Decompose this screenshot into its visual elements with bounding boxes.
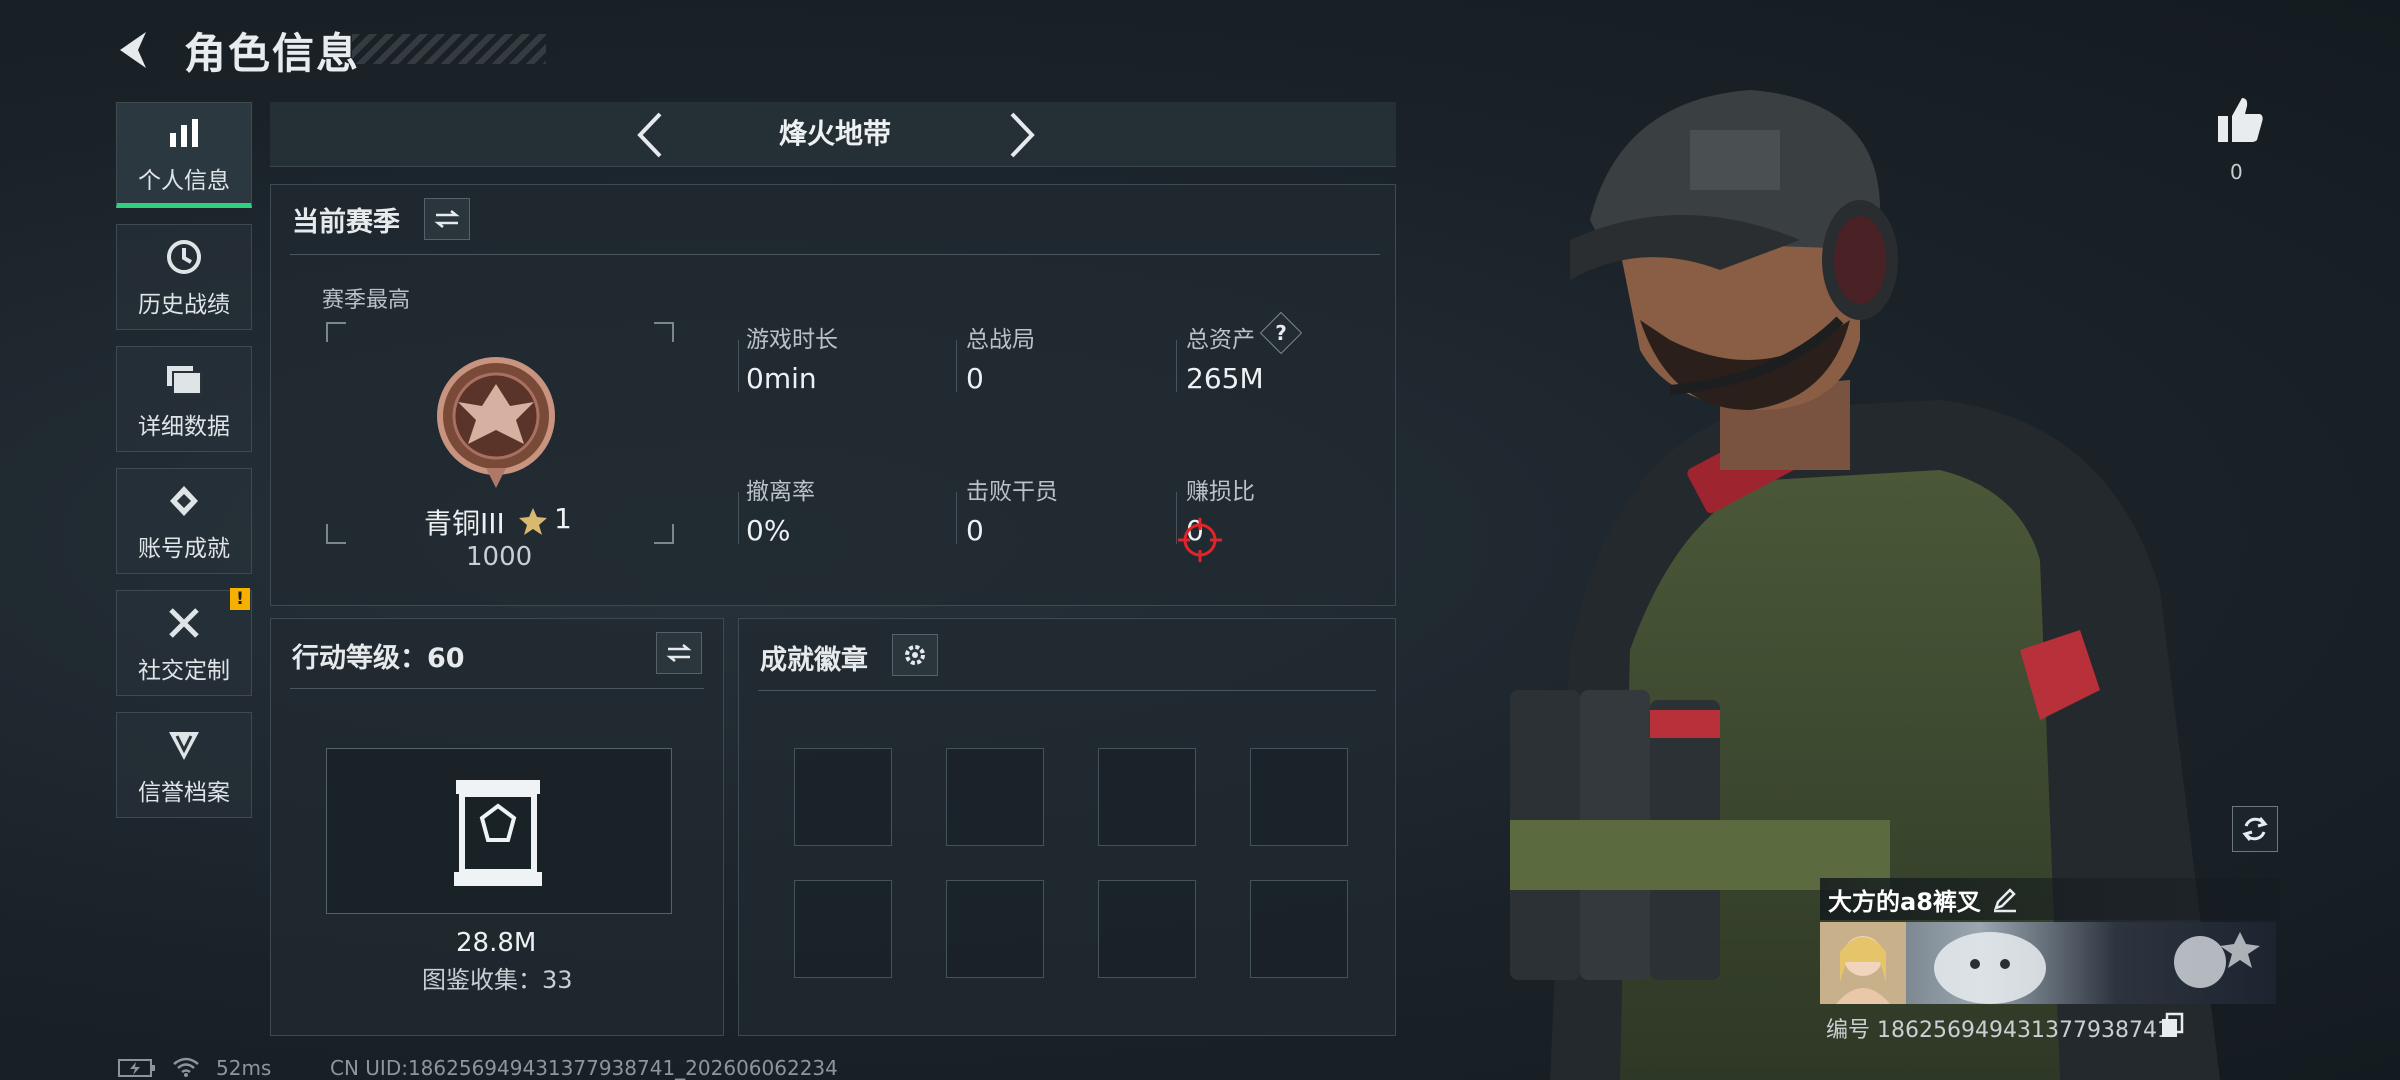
action-level-title: 行动等级：60 — [292, 643, 465, 674]
swap-icon — [666, 644, 692, 662]
star-icon — [519, 508, 547, 535]
stat-label-playtime: 游戏时长 — [746, 327, 838, 353]
shield-icon — [162, 723, 206, 767]
warning-badge: ! — [230, 588, 250, 610]
player-id: 编号 1862569494313779387​41 — [1826, 1018, 2171, 1043]
season-best-label: 赛季最高 — [322, 288, 411, 313]
gear-icon — [905, 645, 925, 665]
divider — [738, 492, 739, 544]
frame-corner — [326, 524, 346, 544]
crosshair-icon — [1178, 518, 1222, 562]
stat-label-matches: 总战局 — [966, 327, 1035, 353]
stat-label-assets: 总资产 — [1186, 327, 1255, 353]
banner-art — [1820, 922, 2260, 1004]
divider — [290, 688, 704, 689]
collection-case-icon — [454, 780, 542, 886]
stat-value-kills: 0 — [966, 514, 984, 547]
rotate-view-button[interactable] — [2232, 806, 2278, 852]
rank-stars: 1 — [554, 502, 572, 535]
stat-label-extract-rate: 撤离率 — [746, 479, 815, 505]
badge-slot[interactable] — [1250, 748, 1348, 846]
mode-label: 烽火地带 — [778, 117, 891, 150]
stat-label-kills: 击败干员 — [966, 479, 1058, 505]
sidebar-item-history[interactable]: 历史战绩 — [116, 224, 252, 330]
sidebar-item-achievements[interactable]: 账号成就 — [116, 468, 252, 574]
action-level-switch-button[interactable] — [656, 632, 702, 674]
frame-corner — [326, 322, 346, 342]
history-clock-icon — [162, 235, 206, 279]
chevron-left-icon[interactable] — [630, 110, 670, 160]
achievement-title: 成就徽章 — [760, 645, 868, 676]
rank-points: 1000 — [466, 542, 533, 572]
wifi-icon — [173, 1057, 199, 1077]
sidebar-item-label: 个人信息 — [138, 168, 230, 194]
stat-value-extract-rate: 0% — [746, 514, 791, 547]
badge-slot[interactable] — [1098, 880, 1196, 978]
collection-value: 28.8M — [456, 928, 537, 958]
divider — [956, 340, 957, 392]
badge-slot[interactable] — [794, 748, 892, 846]
sidebar-item-detail-data[interactable]: 详细数据 — [116, 346, 252, 452]
help-icon: ? — [1275, 321, 1287, 345]
sidebar-item-label: 信誉档案 — [138, 780, 230, 806]
bar-chart-icon — [162, 111, 206, 155]
achievement-icon — [162, 479, 206, 523]
chevron-right-icon[interactable] — [1002, 110, 1042, 160]
badge-slot[interactable] — [794, 880, 892, 978]
copy-icon[interactable] — [2160, 1012, 2184, 1038]
badge-slot[interactable] — [946, 880, 1044, 978]
footer-uid: CN UID:1862569494313779387​41_2026060622… — [330, 1056, 838, 1080]
title-decoration — [352, 34, 546, 64]
stat-value-playtime: 0min — [746, 362, 817, 395]
divider — [956, 492, 957, 544]
stat-value-matches: 0 — [966, 362, 984, 395]
back-arrow-icon[interactable] — [112, 26, 160, 74]
battery-icon — [118, 1059, 155, 1077]
achievement-settings-button[interactable] — [892, 634, 938, 676]
player-name: 大方的a8裤叉 — [1828, 888, 1981, 916]
sidebar-item-label: 历史战绩 — [138, 292, 230, 318]
profile-banner[interactable] — [1820, 922, 2276, 1004]
refresh-icon — [2242, 817, 2268, 841]
stat-value-assets: 265M — [1186, 362, 1264, 395]
season-title: 当前赛季 — [292, 207, 400, 238]
thumbs-up-icon[interactable] — [2214, 94, 2266, 146]
network-ping: 52ms — [216, 1056, 272, 1080]
folder-icon — [162, 357, 206, 401]
frame-corner — [654, 322, 674, 342]
frame-corner — [654, 524, 674, 544]
edit-pencil-icon[interactable] — [1990, 884, 2020, 914]
sidebar-item-credit[interactable]: 信誉档案 — [116, 712, 252, 818]
sidebar-item-personal-info[interactable]: 个人信息 — [116, 102, 252, 208]
like-count: 0 — [2230, 160, 2243, 184]
sidebar-item-label: 账号成就 — [138, 536, 230, 562]
divider — [758, 690, 1376, 691]
page-title: 角色信息 — [184, 29, 361, 78]
badge-slot[interactable] — [946, 748, 1044, 846]
collection-count: 图鉴收集：33 — [422, 966, 573, 994]
divider — [738, 340, 739, 392]
sidebar-item-label: 社交定制 — [138, 658, 230, 684]
badge-slot[interactable] — [1250, 880, 1348, 978]
rank-name: 青铜III — [424, 507, 505, 540]
season-switch-button[interactable] — [424, 198, 470, 240]
badge-slot[interactable] — [1098, 748, 1196, 846]
tools-icon — [162, 601, 206, 645]
sidebar-item-label: 详细数据 — [138, 414, 230, 440]
bronze-rank-emblem-icon — [437, 357, 555, 488]
stat-label-profit-ratio: 赚损比 — [1186, 479, 1255, 505]
swap-icon — [434, 210, 460, 228]
divider — [1176, 340, 1177, 392]
divider — [290, 254, 1380, 255]
